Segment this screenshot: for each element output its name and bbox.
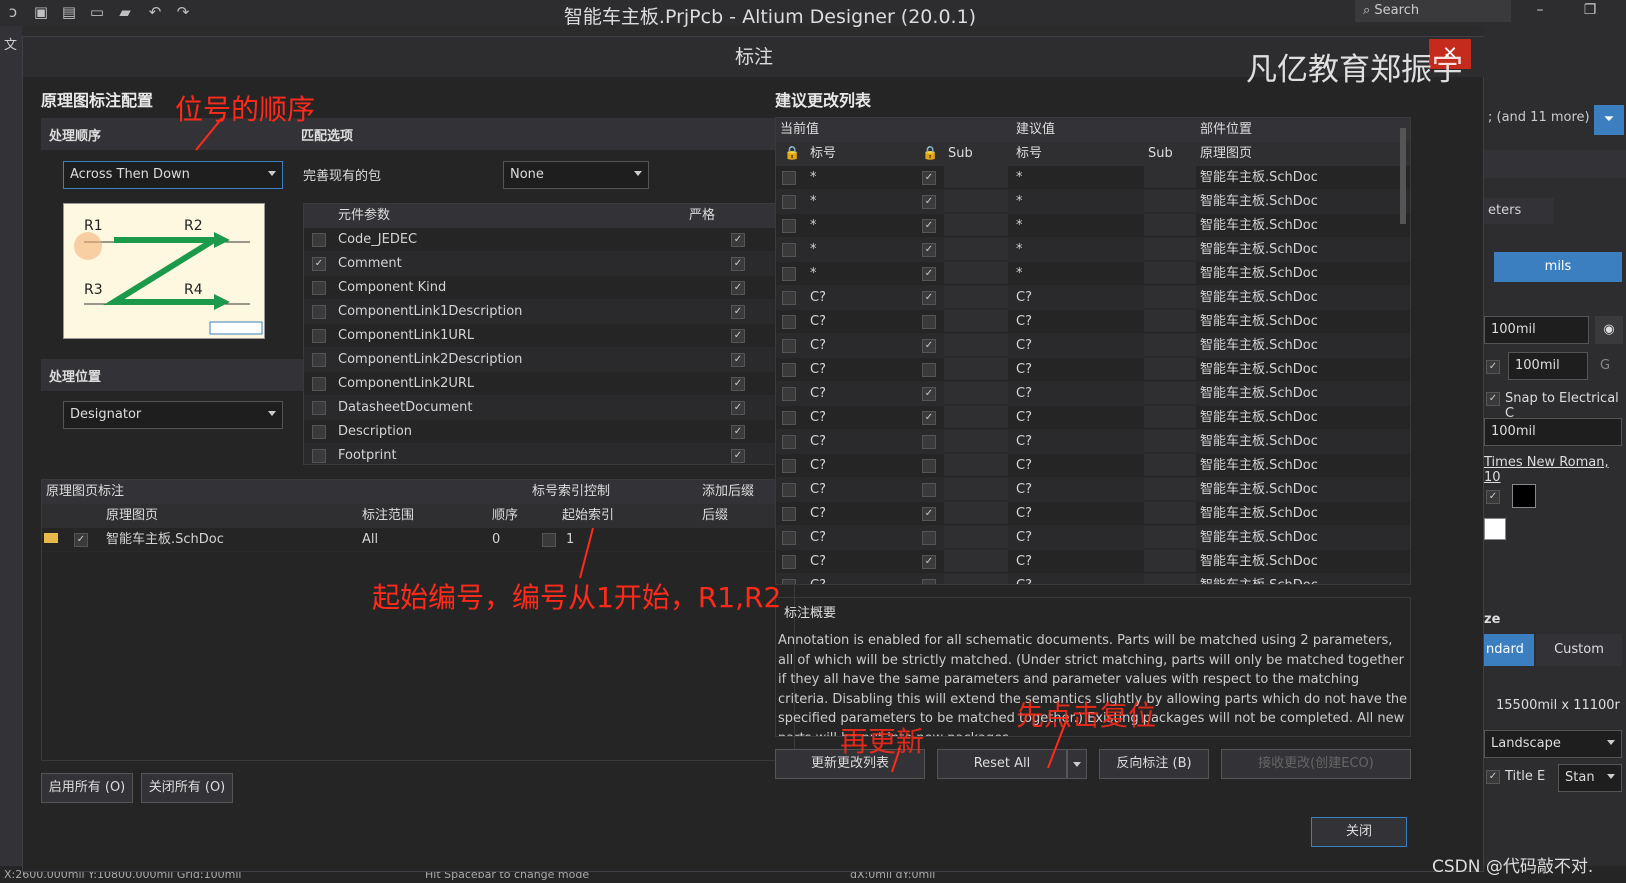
watermark-bottom: CSDN @代码敲不对.	[1432, 857, 1594, 877]
start-index-arrow	[579, 527, 594, 579]
annotation-arrows	[195, 117, 1069, 773]
order-arrow	[195, 117, 223, 151]
watermark-top: 凡亿教育郑振宇	[1246, 52, 1463, 88]
reset-arrow	[1047, 715, 1069, 769]
update-arrow	[891, 747, 901, 773]
